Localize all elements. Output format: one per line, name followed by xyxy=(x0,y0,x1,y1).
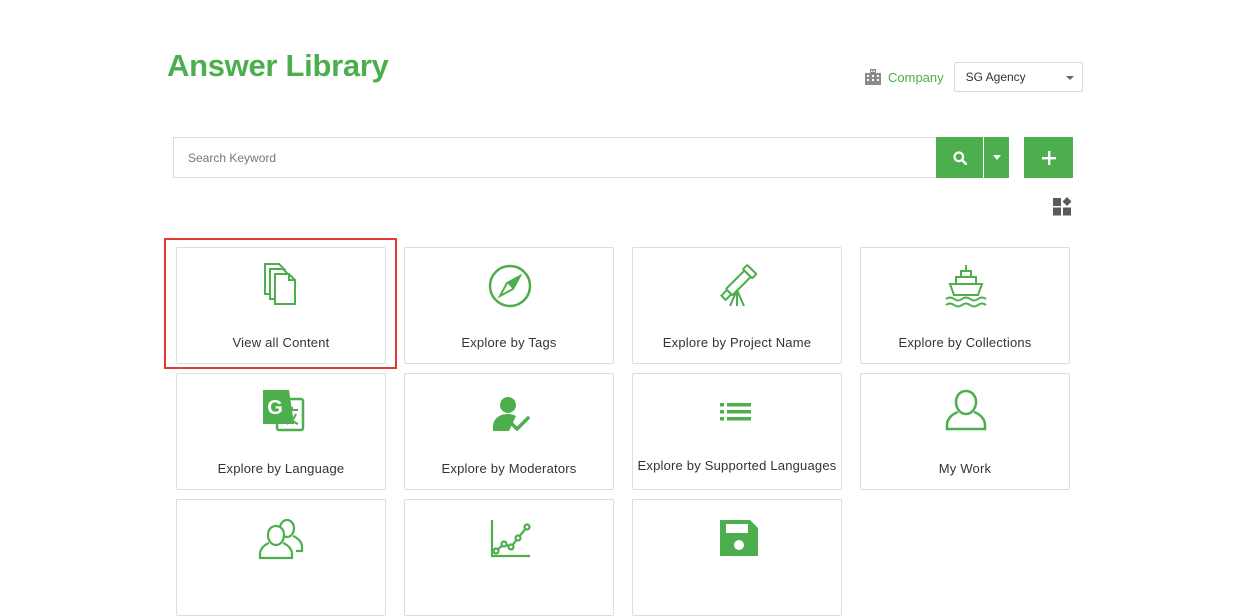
company-selector: Company SG Agency xyxy=(864,62,1083,92)
tile-label: Explore by Moderators xyxy=(441,461,577,476)
search-input[interactable] xyxy=(173,137,937,178)
search-icon xyxy=(952,150,967,165)
tile-users[interactable] xyxy=(176,499,386,616)
add-button[interactable] xyxy=(1024,137,1073,178)
tile-explore-by-moderators[interactable]: Explore by Moderators xyxy=(404,373,614,490)
documents-icon xyxy=(264,263,296,305)
building-icon xyxy=(865,69,881,85)
users-icon xyxy=(258,518,304,560)
caret-down-icon xyxy=(992,155,1001,160)
tile-saved[interactable] xyxy=(632,499,842,616)
list-icon xyxy=(720,403,751,421)
tile-explore-by-project-name[interactable]: Explore by Project Name xyxy=(632,247,842,364)
line-chart-icon xyxy=(490,520,531,558)
tile-label: Explore by Language xyxy=(217,461,345,476)
company-dropdown[interactable]: SG Agency xyxy=(953,62,1083,92)
tile-explore-by-language[interactable]: G Explore by Language xyxy=(176,373,386,490)
translate-icon: G xyxy=(263,390,305,432)
tile-analytics[interactable] xyxy=(404,499,614,616)
tile-label: View all Content xyxy=(232,335,330,350)
compass-icon xyxy=(488,264,532,308)
tile-explore-by-collections[interactable]: Explore by Collections xyxy=(860,247,1070,364)
tile-label: My Work xyxy=(938,461,992,476)
tile-label: Explore by Supported Languages xyxy=(637,458,837,473)
user-icon xyxy=(945,389,987,431)
search-options-button[interactable] xyxy=(984,137,1009,178)
tile-my-work[interactable]: My Work xyxy=(860,373,1070,490)
svg-text:G: G xyxy=(267,397,283,419)
chevron-down-icon xyxy=(1065,76,1074,80)
tile-view-all-content[interactable]: View all Content xyxy=(176,247,386,364)
tile-explore-by-tags[interactable]: Explore by Tags xyxy=(404,247,614,364)
save-icon xyxy=(720,520,758,556)
company-label: Company xyxy=(888,69,944,85)
tile-explore-by-supported-languages[interactable]: Explore by Supported Languages xyxy=(632,373,842,490)
telescope-icon xyxy=(719,264,757,307)
tile-label: Explore by Collections xyxy=(898,335,1032,350)
company-dropdown-value: SG Agency xyxy=(965,70,1026,84)
user-check-icon xyxy=(493,397,530,431)
page-title: Answer Library xyxy=(167,48,389,83)
widgets-icon[interactable] xyxy=(1053,197,1072,216)
tile-label: Explore by Project Name xyxy=(662,335,812,350)
tile-label: Explore by Tags xyxy=(461,335,557,350)
plus-icon xyxy=(1041,150,1056,165)
search-button[interactable] xyxy=(936,137,983,178)
ship-icon xyxy=(945,265,987,308)
